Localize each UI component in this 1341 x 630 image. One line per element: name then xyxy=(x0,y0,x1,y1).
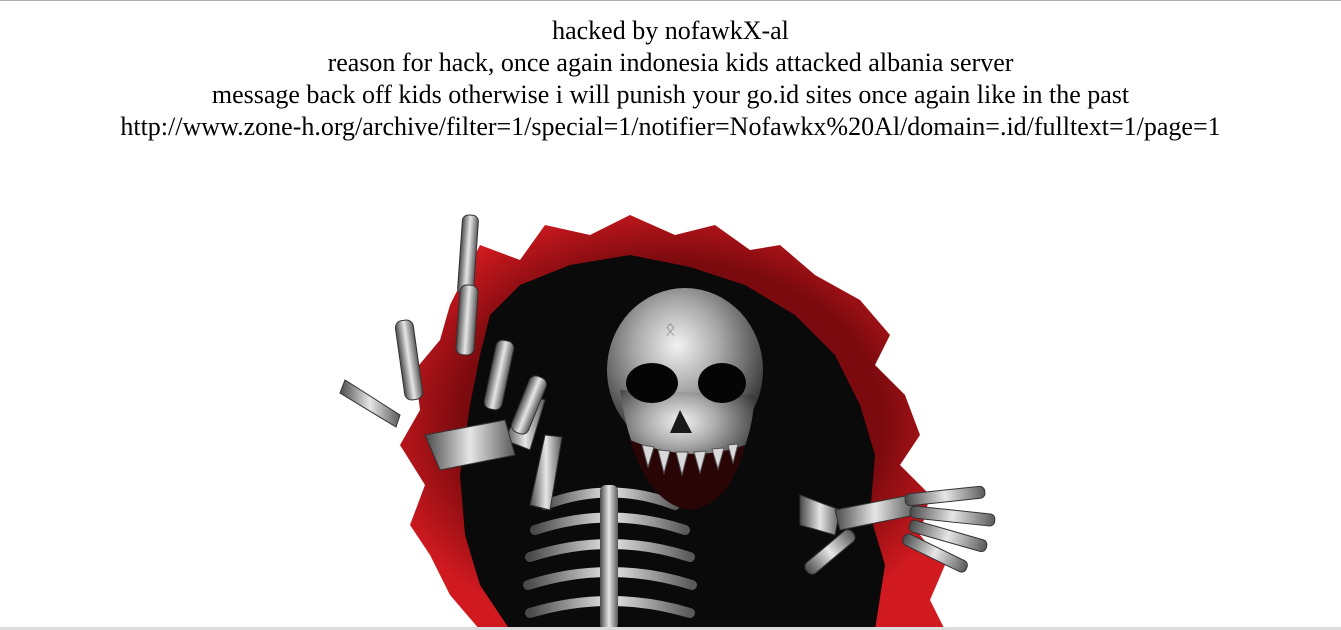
message-title: hacked by nofawkX-al xyxy=(552,16,789,45)
spine xyxy=(600,485,618,630)
message-url: http://www.zone-h.org/archive/filter=1/s… xyxy=(120,112,1221,141)
message-warning: message back off kids otherwise i will p… xyxy=(211,80,1130,109)
defacement-message: hacked by nofawkX-al reason for hack, on… xyxy=(0,15,1341,143)
window-top-border xyxy=(0,0,1341,1)
skeleton-image: ᛟ xyxy=(330,205,1020,630)
svg-text:ᛟ: ᛟ xyxy=(665,319,676,340)
message-reason: reason for hack, once again indonesia ki… xyxy=(327,48,1014,77)
